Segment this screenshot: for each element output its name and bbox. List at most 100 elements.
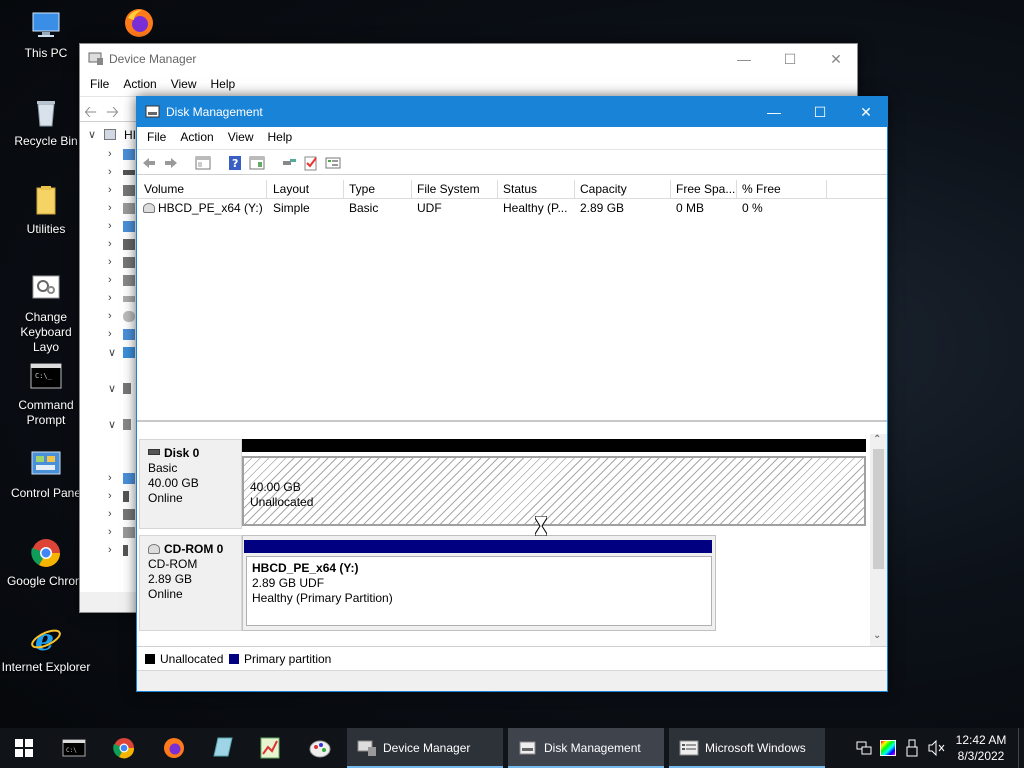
- tree-item[interactable]: ∨: [108, 380, 138, 398]
- tree-item[interactable]: ›: [108, 470, 138, 488]
- device-icon: [123, 239, 135, 250]
- terminal-icon: C:\_: [29, 360, 63, 394]
- network-icon[interactable]: [856, 740, 872, 756]
- desktop-icon-internet-explorer[interactable]: e Internet Explorer: [0, 622, 92, 675]
- back-arrow-icon[interactable]: [141, 155, 157, 171]
- vertical-scrollbar[interactable]: ⌃ ⌄: [870, 434, 887, 646]
- display-color-icon[interactable]: [880, 740, 896, 756]
- start-button[interactable]: [0, 728, 48, 768]
- minimize-button[interactable]: —: [721, 44, 767, 74]
- volume-muted-icon[interactable]: [928, 739, 946, 757]
- menu-file[interactable]: File: [140, 127, 173, 149]
- disk-management-icon: [518, 739, 538, 757]
- device-icon: [123, 221, 135, 232]
- menu-file[interactable]: File: [83, 74, 116, 96]
- disk-management-window[interactable]: Disk Management — ☐ ✕ File Action View H…: [136, 96, 888, 692]
- tree-item[interactable]: ›: [108, 182, 138, 200]
- scroll-up-icon[interactable]: ⌃: [873, 434, 881, 445]
- tree-item[interactable]: ›: [108, 542, 138, 560]
- tree-item[interactable]: ›: [108, 488, 138, 506]
- disk-0-label[interactable]: Disk 0 Basic 40.00 GB Online: [139, 439, 242, 529]
- clock[interactable]: 12:42 AM 8/3/2022: [952, 732, 1010, 764]
- device-icon: [123, 509, 135, 520]
- tree-collapse-chevron-icon[interactable]: ∨: [88, 128, 96, 141]
- column-header-free-space[interactable]: Free Spa...: [671, 180, 737, 199]
- legend-label: Primary partition: [244, 652, 332, 666]
- column-header-status[interactable]: Status: [498, 180, 575, 199]
- help-icon[interactable]: ?: [227, 155, 243, 171]
- tree-item[interactable]: ›: [108, 524, 138, 542]
- taskbar-firefox[interactable]: [156, 728, 192, 768]
- internet-explorer-icon: e: [29, 622, 63, 658]
- notepad-icon: [213, 737, 233, 757]
- scrollbar-thumb[interactable]: [873, 449, 884, 569]
- connect-drive-icon[interactable]: [281, 155, 297, 171]
- maximize-button[interactable]: ☐: [767, 44, 813, 74]
- disk-kind: CD-ROM: [148, 557, 198, 571]
- svg-text:e: e: [35, 623, 54, 656]
- legend-swatch-unallocated: [145, 654, 155, 664]
- usb-eject-icon[interactable]: [906, 739, 918, 757]
- chevron-right-icon: ›: [108, 310, 112, 322]
- menu-action[interactable]: Action: [173, 127, 220, 149]
- task-microsoft-windows[interactable]: Microsoft Windows: [669, 728, 825, 768]
- tree-item[interactable]: ›: [108, 506, 138, 524]
- tree-item[interactable]: ›: [108, 164, 138, 182]
- column-header-file-system[interactable]: File System: [412, 180, 498, 199]
- tree-item[interactable]: ›: [108, 254, 138, 272]
- hard-disk-icon: [148, 449, 160, 455]
- taskbar-chrome[interactable]: [106, 728, 142, 768]
- tree-item[interactable]: ›: [108, 200, 138, 218]
- taskbar-app-4[interactable]: [204, 728, 240, 768]
- task-device-manager[interactable]: Device Manager: [347, 728, 503, 768]
- properties-view-icon[interactable]: [249, 155, 265, 171]
- status-bar: [137, 670, 887, 691]
- menu-help[interactable]: Help: [204, 74, 243, 96]
- tree-item[interactable]: ›: [108, 218, 138, 236]
- tree-item[interactable]: ›: [108, 272, 138, 290]
- firefox-desktop-icon[interactable]: [122, 6, 156, 40]
- maximize-button[interactable]: ☐: [797, 97, 843, 127]
- unallocated-partition[interactable]: 40.00 GB Unallocated: [242, 456, 866, 526]
- cdrom-0-label[interactable]: CD-ROM 0 CD-ROM 2.89 GB Online: [139, 535, 242, 631]
- menu-action[interactable]: Action: [116, 74, 163, 96]
- taskbar-command-prompt[interactable]: C:\: [56, 728, 92, 768]
- close-button[interactable]: ✕: [813, 44, 859, 74]
- svg-text:C:\: C:\: [66, 747, 77, 754]
- menu-view[interactable]: View: [221, 127, 261, 149]
- close-button[interactable]: ✕: [843, 97, 889, 127]
- list-view-icon[interactable]: [325, 155, 341, 171]
- tree-item[interactable]: ›: [108, 308, 138, 326]
- legend-label: Unallocated: [160, 652, 224, 666]
- column-header-percent-free[interactable]: % Free: [737, 180, 827, 199]
- table-row[interactable]: HBCD_PE_x64 (Y:) Simple Basic UDF Health…: [137, 199, 887, 217]
- tree-item[interactable]: ›: [108, 236, 138, 254]
- taskbar-app-5[interactable]: [252, 728, 288, 768]
- forward-arrow-icon[interactable]: [163, 155, 179, 171]
- task-label: Device Manager: [383, 741, 471, 755]
- tree-item[interactable]: ›: [108, 326, 138, 344]
- svg-text:?: ?: [232, 157, 238, 170]
- tree-item[interactable]: ›: [108, 146, 138, 164]
- minimize-button[interactable]: —: [751, 97, 797, 127]
- menu-view[interactable]: View: [164, 74, 204, 96]
- tree-item[interactable]: ∨: [108, 416, 138, 434]
- column-header-volume[interactable]: Volume: [139, 180, 267, 199]
- column-header-layout[interactable]: Layout: [268, 180, 344, 199]
- column-header-capacity[interactable]: Capacity: [575, 180, 671, 199]
- taskbar-app-6[interactable]: [302, 728, 338, 768]
- device-manager-titlebar[interactable]: Device Manager — ☐ ✕: [80, 44, 857, 74]
- legend-swatch-primary: [229, 654, 239, 664]
- tree-item[interactable]: ∨: [108, 344, 138, 362]
- show-desktop-button[interactable]: [1018, 728, 1024, 768]
- tree-item[interactable]: ›: [108, 290, 138, 308]
- task-disk-management[interactable]: Disk Management: [508, 728, 664, 768]
- menu-help[interactable]: Help: [261, 127, 300, 149]
- column-header-type[interactable]: Type: [344, 180, 412, 199]
- console-tree-icon[interactable]: [195, 155, 211, 171]
- disk-management-titlebar[interactable]: Disk Management — ☐ ✕: [137, 97, 887, 127]
- primary-partition[interactable]: HBCD_PE_x64 (Y:) 2.89 GB UDF Healthy (Pr…: [246, 556, 712, 626]
- checklist-icon[interactable]: [303, 155, 319, 171]
- scroll-down-icon[interactable]: ⌄: [873, 630, 881, 641]
- disk-kind: Basic: [148, 461, 178, 475]
